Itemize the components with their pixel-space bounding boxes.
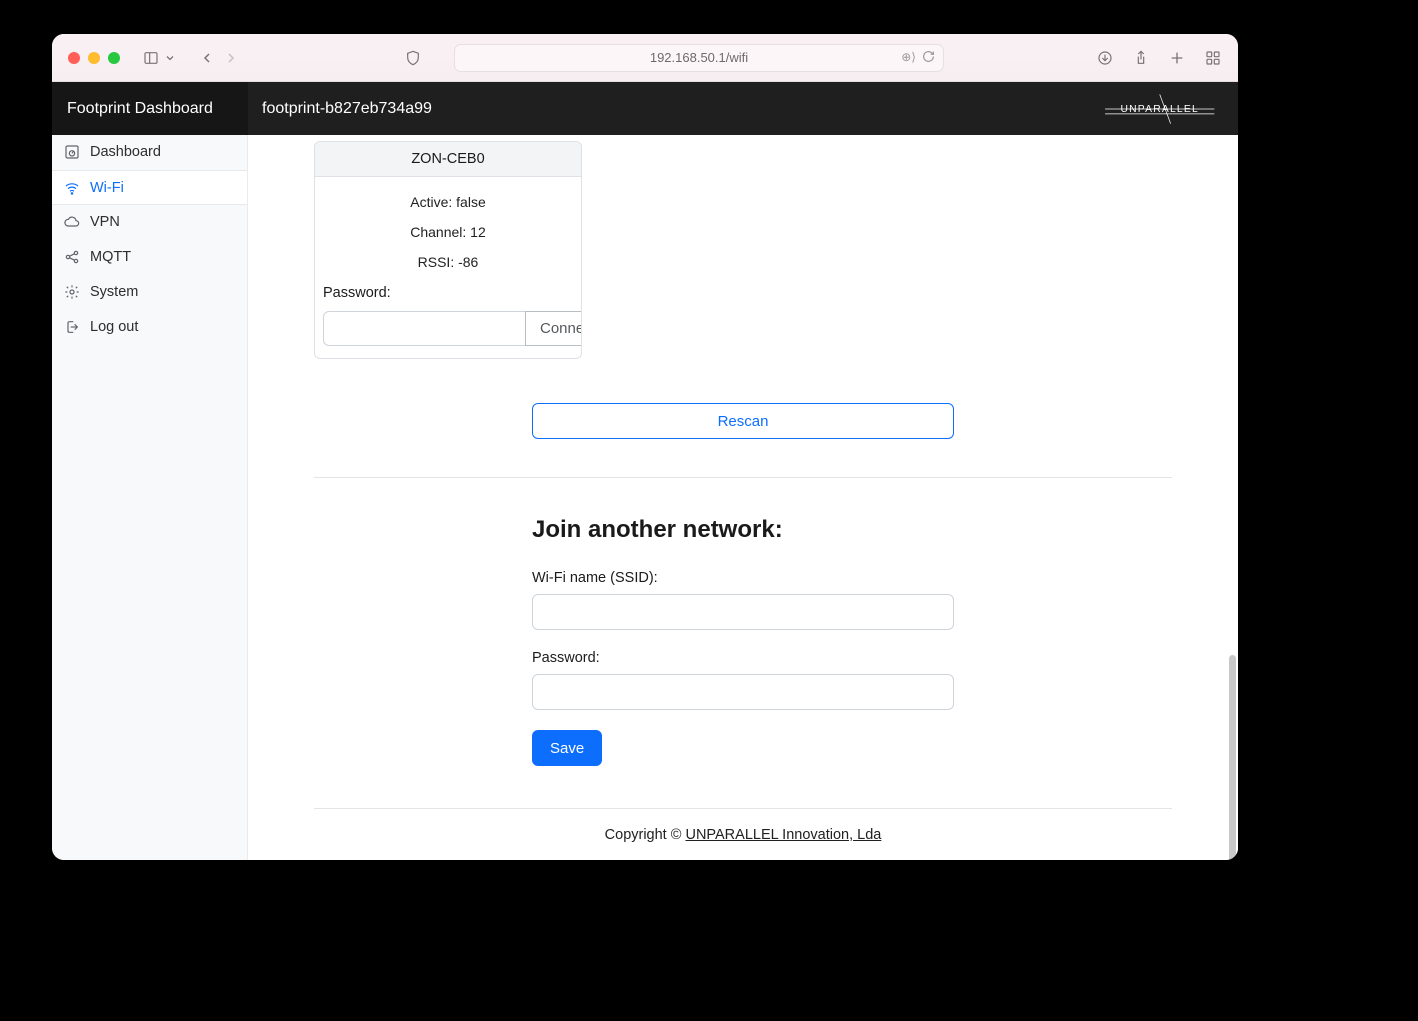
main-content: ZON-CEB0 Active: false Channel: 12 [248, 135, 1238, 860]
sidebar-item-label: MQTT [90, 249, 131, 265]
hostname-label: footprint-b827eb734a99 [248, 100, 432, 118]
window-controls [68, 52, 120, 64]
browser-toolbar: 192.168.50.1/wifi ⊕⟩ [52, 34, 1238, 82]
footer-link[interactable]: UNPARALLEL Innovation, Lda [685, 827, 881, 843]
app-root: Footprint Dashboard footprint-b827eb734a… [52, 82, 1238, 860]
privacy-shield-icon[interactable] [402, 47, 424, 69]
footer: Copyright © UNPARALLEL Innovation, Lda [314, 808, 1172, 857]
brand-title[interactable]: Footprint Dashboard [52, 82, 248, 135]
ssid-input[interactable] [532, 594, 954, 630]
unparallel-logo: UNPARALLEL [1099, 92, 1220, 126]
join-password-input[interactable] [532, 674, 954, 710]
share-nodes-icon [64, 249, 80, 265]
chevron-down-icon[interactable] [164, 47, 176, 69]
join-heading: Join another network: [532, 516, 954, 544]
close-window-button[interactable] [68, 52, 80, 64]
sidebar-item-vpn[interactable]: VPN [52, 205, 247, 240]
network-rssi-row: RSSI: -86 [323, 247, 573, 277]
divider [314, 477, 1172, 478]
sidebar-item-label: Wi-Fi [90, 180, 124, 196]
address-bar[interactable]: 192.168.50.1/wifi ⊕⟩ [454, 44, 944, 72]
sidebar-item-label: Dashboard [90, 144, 161, 160]
cloud-icon [64, 214, 80, 230]
network-channel-row: Channel: 12 [323, 217, 573, 247]
ssid-label: Wi-Fi name (SSID): [532, 570, 954, 586]
copyright-text: Copyright © [605, 827, 686, 843]
url-text: 192.168.50.1/wifi [650, 50, 748, 65]
network-card: ZON-CEB0 Active: false Channel: 12 [314, 141, 582, 359]
sidebar-toggle-icon[interactable] [140, 47, 162, 69]
sidebar-item-logout[interactable]: Log out [52, 310, 247, 345]
save-button[interactable]: Save [532, 730, 602, 766]
join-password-label: Password: [532, 650, 954, 666]
gauge-icon [64, 144, 80, 160]
connect-button[interactable]: Connect [525, 311, 582, 346]
back-button-icon[interactable] [196, 47, 218, 69]
network-ssid: ZON-CEB0 [315, 142, 581, 177]
download-icon[interactable] [1096, 47, 1114, 69]
fullscreen-window-button[interactable] [108, 52, 120, 64]
join-network-section: Join another network: Wi-Fi name (SSID):… [532, 516, 954, 766]
gear-icon [64, 284, 80, 300]
network-password-label: Password: [323, 285, 573, 301]
scrollbar[interactable] [1229, 285, 1236, 860]
minimize-window-button[interactable] [88, 52, 100, 64]
sidebar-item-label: VPN [90, 214, 120, 230]
tabs-overview-icon[interactable] [1204, 47, 1222, 69]
sidebar-item-mqtt[interactable]: MQTT [52, 240, 247, 275]
forward-button-icon[interactable] [220, 47, 242, 69]
translate-icon[interactable]: ⊕⟩ [901, 50, 916, 66]
reload-icon[interactable] [922, 50, 935, 66]
wifi-icon [64, 180, 80, 196]
sidebar-item-label: Log out [90, 319, 138, 335]
network-active-row: Active: false [323, 187, 573, 217]
sidebar-item-dashboard[interactable]: Dashboard [52, 135, 247, 170]
svg-text:UNPARALLEL: UNPARALLEL [1120, 104, 1198, 115]
new-tab-icon[interactable] [1168, 47, 1186, 69]
rescan-button[interactable]: Rescan [532, 403, 954, 439]
app-header: Footprint Dashboard footprint-b827eb734a… [52, 82, 1238, 135]
sidebar-item-label: System [90, 284, 138, 300]
logout-icon [64, 319, 80, 335]
browser-window: 192.168.50.1/wifi ⊕⟩ [52, 34, 1238, 860]
sidebar-item-system[interactable]: System [52, 275, 247, 310]
scrollbar-thumb[interactable] [1229, 655, 1236, 860]
sidebar-nav: Dashboard Wi-Fi VPN [52, 135, 248, 860]
network-password-input[interactable] [323, 311, 525, 346]
sidebar-item-wifi[interactable]: Wi-Fi [52, 170, 247, 205]
share-icon[interactable] [1132, 47, 1150, 69]
